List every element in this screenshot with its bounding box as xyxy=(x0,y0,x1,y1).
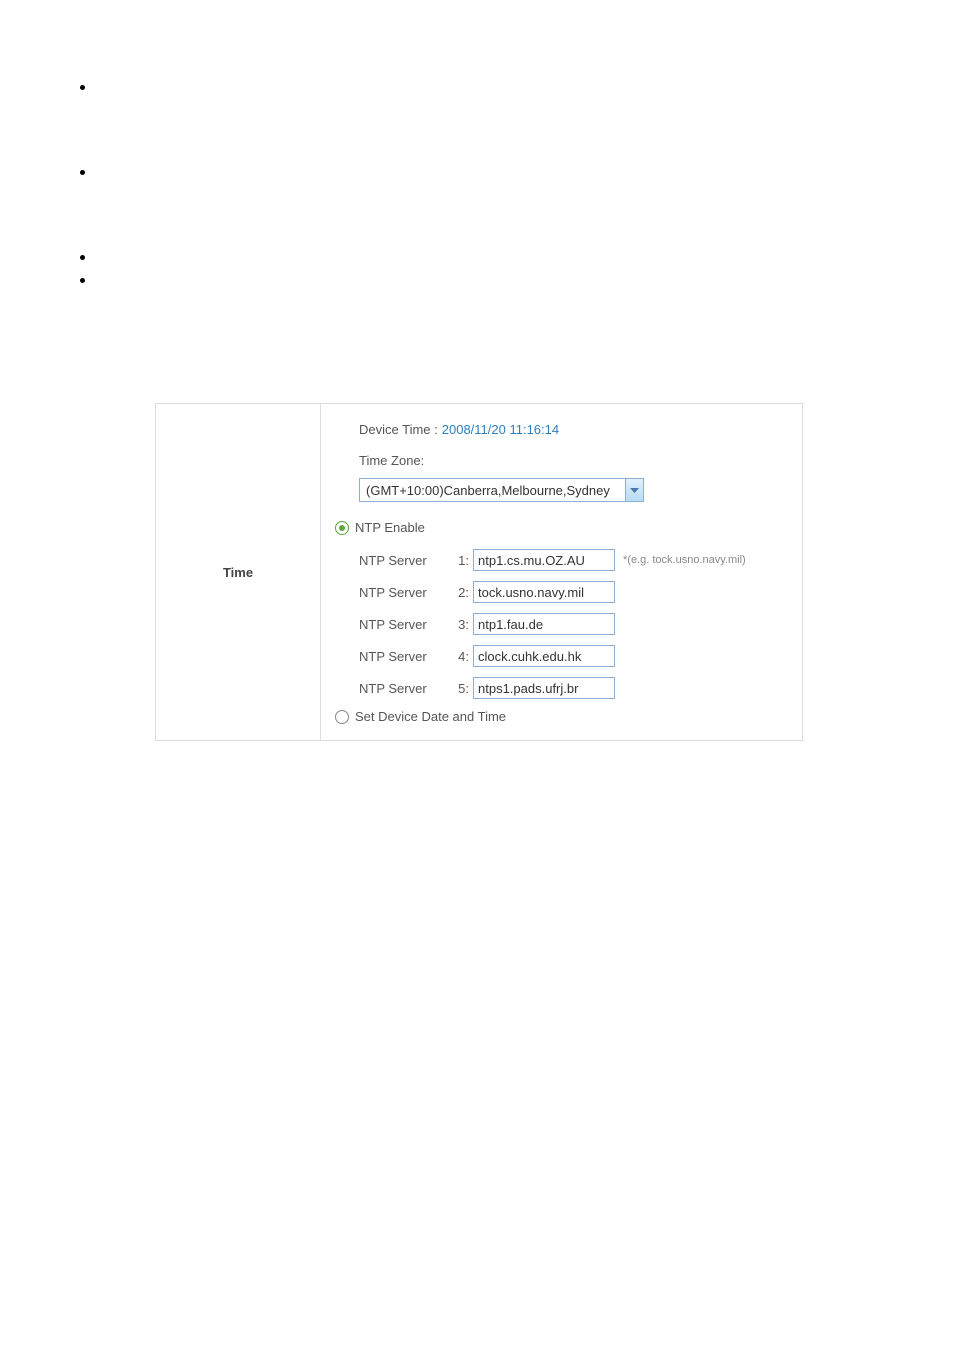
manual-time-radio[interactable] xyxy=(335,710,349,724)
ntp-enable-label[interactable]: NTP Enable xyxy=(355,520,425,535)
ntp-server-input-5[interactable] xyxy=(473,677,615,699)
bullet-icon xyxy=(80,255,85,260)
device-time-row: Device Time : 2008/11/20 11:16:14 xyxy=(335,422,788,437)
ntp-server-num: 3: xyxy=(451,617,469,632)
ntp-server-label: NTP Server xyxy=(359,617,451,632)
time-settings-panel: Time Device Time : 2008/11/20 11:16:14 T… xyxy=(155,403,803,741)
ntp-server-label: NTP Server xyxy=(359,553,451,568)
ntp-server-label: NTP Server xyxy=(359,681,451,696)
device-time-value: 2008/11/20 11:16:14 xyxy=(442,422,559,437)
timezone-select[interactable]: (GMT+10:00)Canberra,Melbourne,Sydney xyxy=(359,478,644,502)
section-title: Time xyxy=(223,565,253,580)
ntp-server-num: 2: xyxy=(451,585,469,600)
ntp-server-label: NTP Server xyxy=(359,585,451,600)
panel-right: Device Time : 2008/11/20 11:16:14 Time Z… xyxy=(321,404,802,740)
ntp-server-hint: *(e.g. tock.usno.navy.mil) xyxy=(623,554,746,566)
ntp-server-input-4[interactable] xyxy=(473,645,615,667)
ntp-enable-row: NTP Enable xyxy=(335,520,788,535)
timezone-label: Time Zone: xyxy=(359,453,424,468)
bullet-icon xyxy=(80,278,85,283)
timezone-label-row: Time Zone: xyxy=(335,453,788,468)
ntp-server-row-4: NTP Server 4: xyxy=(335,645,788,667)
ntp-enable-radio[interactable] xyxy=(335,521,349,535)
ntp-server-row-5: NTP Server 5: xyxy=(335,677,788,699)
ntp-server-num: 4: xyxy=(451,649,469,664)
manual-time-label[interactable]: Set Device Date and Time xyxy=(355,709,506,724)
manual-time-row: Set Device Date and Time xyxy=(335,709,788,724)
panel-left: Time xyxy=(156,404,321,740)
ntp-server-input-2[interactable] xyxy=(473,581,615,603)
ntp-server-row-1: NTP Server 1: *(e.g. tock.usno.navy.mil) xyxy=(335,549,788,571)
device-time-label: Device Time : xyxy=(359,422,438,437)
ntp-server-num: 1: xyxy=(451,553,469,568)
ntp-server-label: NTP Server xyxy=(359,649,451,664)
bullet-icon xyxy=(80,85,85,90)
ntp-server-num: 5: xyxy=(451,681,469,696)
timezone-selected-value: (GMT+10:00)Canberra,Melbourne,Sydney xyxy=(366,483,610,498)
chevron-down-icon xyxy=(625,479,643,501)
ntp-server-row-3: NTP Server 3: xyxy=(335,613,788,635)
bullet-icon xyxy=(80,170,85,175)
ntp-server-input-3[interactable] xyxy=(473,613,615,635)
bullet-list xyxy=(80,85,954,283)
ntp-server-input-1[interactable] xyxy=(473,549,615,571)
ntp-server-row-2: NTP Server 2: xyxy=(335,581,788,603)
